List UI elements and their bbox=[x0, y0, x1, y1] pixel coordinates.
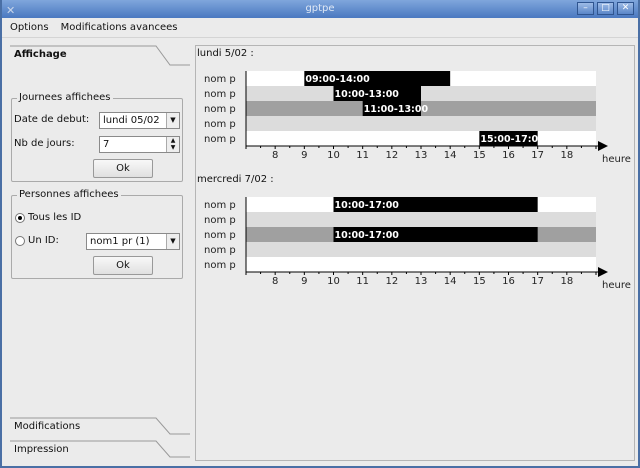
menu-bar: Options Modifications avancees bbox=[2, 18, 638, 38]
row-label: nom p bbox=[204, 134, 236, 145]
tab-affichage[interactable]: Affichage bbox=[10, 45, 190, 67]
maximize-button[interactable]: □ bbox=[597, 2, 614, 15]
chevron-down-icon[interactable]: ▼ bbox=[166, 234, 179, 249]
x-tick-label: 10 bbox=[327, 276, 340, 287]
journees-ok-button[interactable]: Ok bbox=[93, 159, 153, 178]
x-tick-label: 18 bbox=[560, 150, 573, 161]
row-label: nom p bbox=[204, 200, 236, 211]
x-tick-label: 14 bbox=[444, 150, 457, 161]
id-value: nom1 pr (1) bbox=[90, 236, 150, 247]
x-tick-label: 18 bbox=[560, 276, 573, 287]
close-button[interactable]: ✕ bbox=[617, 2, 634, 15]
axis-arrow-icon bbox=[598, 141, 608, 151]
tab-modifications[interactable]: Modifications bbox=[10, 417, 190, 439]
nb-value: 7 bbox=[103, 139, 110, 150]
x-tick-label: 17 bbox=[531, 150, 544, 161]
app-window: ✕ gptpe – □ ✕ Options Modifications avan… bbox=[2, 0, 638, 466]
x-tick-label: 14 bbox=[444, 276, 457, 287]
axis-arrow-icon bbox=[598, 267, 608, 277]
chart-title: lundi 5/02 : bbox=[197, 48, 254, 59]
date-label: Date de debut: bbox=[14, 114, 90, 125]
chart-title: mercredi 7/02 : bbox=[197, 174, 274, 185]
nb-jours-label: Nb de jours: bbox=[14, 138, 75, 149]
x-tick-label: 16 bbox=[502, 150, 515, 161]
x-tick-label: 13 bbox=[415, 150, 428, 161]
shift-label: 10:00-17:00 bbox=[335, 200, 400, 211]
x-tick-label: 12 bbox=[385, 150, 398, 161]
shift-label: 10:00-17:00 bbox=[335, 230, 400, 241]
x-tick-label: 9 bbox=[301, 150, 307, 161]
row-label: nom p bbox=[204, 119, 236, 130]
x-tick-label: 9 bbox=[301, 276, 307, 287]
group-title: Personnes affichees bbox=[17, 189, 121, 200]
tous-radio[interactable] bbox=[15, 213, 25, 223]
row-label: nom p bbox=[204, 104, 236, 115]
chevron-down-icon[interactable]: ▼ bbox=[166, 113, 179, 128]
nb-jours-spinner[interactable]: 7 ▲ ▼ bbox=[99, 136, 180, 153]
x-tick-label: 16 bbox=[502, 276, 515, 287]
row-background bbox=[246, 257, 596, 272]
x-tick-label: 11 bbox=[356, 276, 369, 287]
row-background bbox=[246, 116, 596, 131]
un-id-radio[interactable] bbox=[15, 236, 25, 246]
un-id-combo[interactable]: nom1 pr (1) ▼ bbox=[86, 233, 180, 250]
row-label: nom p bbox=[204, 230, 236, 241]
shift-label: 09:00-14:00 bbox=[305, 74, 370, 85]
spin-arrows-icon[interactable]: ▲ ▼ bbox=[166, 137, 179, 152]
row-label: nom p bbox=[204, 89, 236, 100]
shift-label: 11:00-13:00 bbox=[364, 104, 429, 115]
row-background bbox=[246, 242, 596, 257]
planning-charts: lundi 5/02 : nom p nom p nom p nom p nom p 09:… bbox=[197, 48, 631, 291]
row-label: nom p bbox=[204, 245, 236, 256]
date-debut-combo[interactable]: lundi 05/02 ▼ bbox=[99, 112, 180, 129]
personnes-ok-button[interactable]: Ok bbox=[93, 256, 153, 275]
planning-panel: lundi 5/02 : nom p nom p nom p nom p nom p 09:… bbox=[195, 45, 635, 461]
row-label: nom p bbox=[204, 215, 236, 226]
shift-label: 15:00-17:00 bbox=[480, 134, 545, 145]
tab-label: Modifications bbox=[14, 421, 81, 432]
tab-label: Impression bbox=[14, 444, 69, 455]
x-tick-label: 12 bbox=[385, 276, 398, 287]
shift-label: 10:00-13:00 bbox=[335, 89, 400, 100]
x-tick-label: 17 bbox=[531, 276, 544, 287]
x-axis-label: heure bbox=[602, 280, 631, 291]
x-tick-label: 11 bbox=[356, 150, 369, 161]
tab-label: Affichage bbox=[14, 49, 67, 60]
minimize-button[interactable]: – bbox=[577, 2, 594, 15]
tous-label: Tous les ID bbox=[28, 212, 82, 223]
date-value: lundi 05/02 bbox=[103, 115, 160, 126]
menu-options[interactable]: Options bbox=[10, 18, 49, 37]
title-bar: ✕ gptpe – □ ✕ bbox=[2, 0, 638, 18]
row-label: nom p bbox=[204, 260, 236, 271]
x-tick-label: 15 bbox=[473, 276, 486, 287]
x-axis-label: heure bbox=[602, 154, 631, 165]
row-label: nom p bbox=[204, 74, 236, 85]
x-tick-label: 8 bbox=[272, 150, 278, 161]
group-title: Journees affichees bbox=[17, 92, 113, 103]
row-background bbox=[246, 212, 596, 227]
x-tick-label: 8 bbox=[272, 276, 278, 287]
un-id-label: Un ID: bbox=[28, 235, 59, 246]
x-tick-label: 13 bbox=[415, 276, 428, 287]
window-title: gptpe bbox=[305, 3, 335, 14]
x-tick-label: 10 bbox=[327, 150, 340, 161]
x-tick-label: 15 bbox=[473, 150, 486, 161]
tab-impression[interactable]: Impression bbox=[10, 440, 190, 462]
menu-modifications-avancees[interactable]: Modifications avancees bbox=[61, 18, 178, 37]
